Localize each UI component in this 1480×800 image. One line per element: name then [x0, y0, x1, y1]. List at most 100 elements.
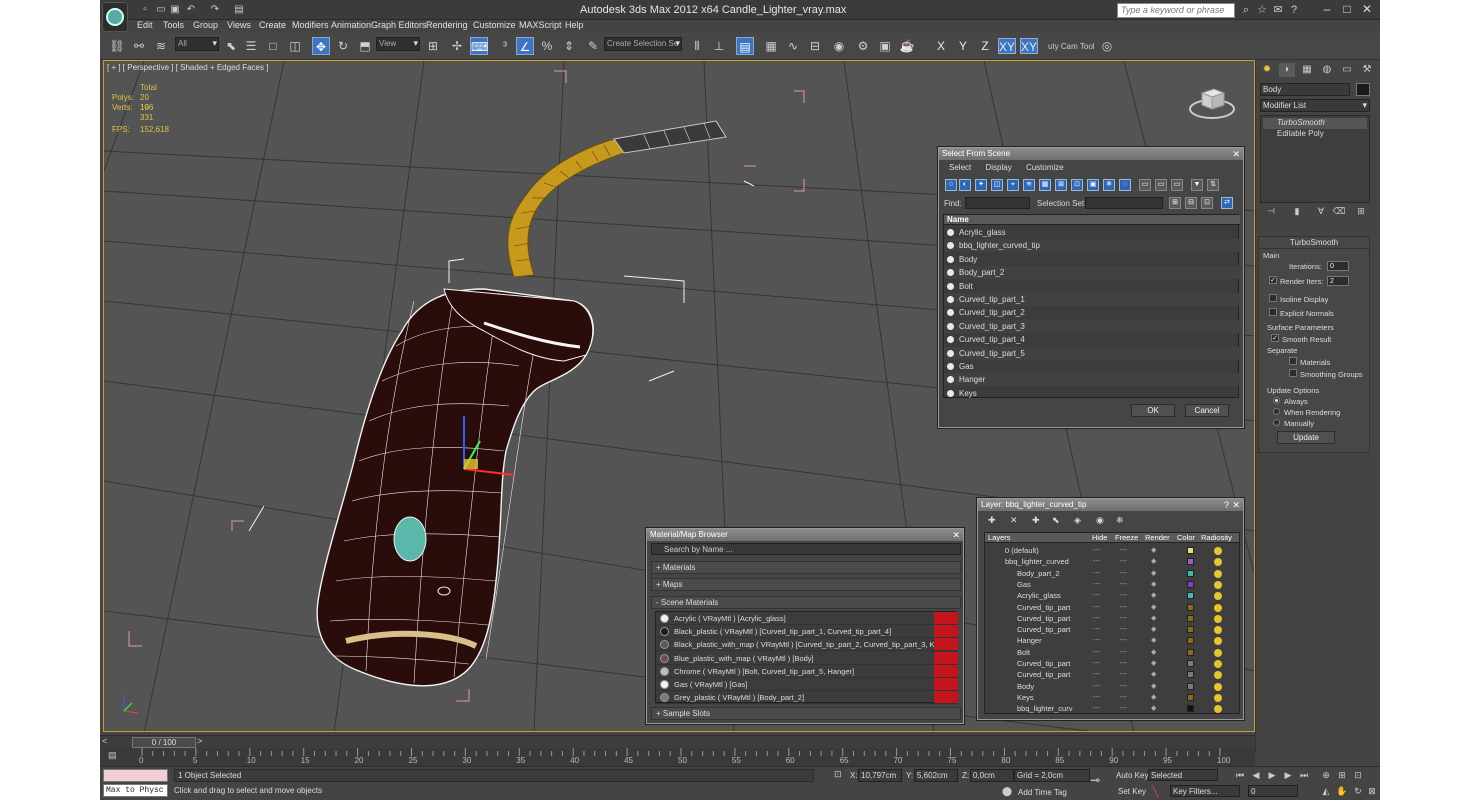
menu-maxscript[interactable]: MAXScript: [519, 20, 562, 30]
separate-materials-checkbox[interactable]: [1289, 357, 1297, 365]
hide-toggle[interactable]: ---: [1093, 692, 1100, 703]
layer-color-swatch[interactable]: [1187, 682, 1194, 690]
col-color[interactable]: Color: [1177, 533, 1195, 543]
hide-toggle[interactable]: ---: [1093, 579, 1100, 590]
display-xrefs-icon[interactable]: ⊠: [1055, 179, 1067, 191]
key-mode-icon[interactable]: ⊸: [1090, 773, 1100, 787]
scene-object-row[interactable]: Body_part_2: [944, 266, 1240, 280]
layer-row[interactable]: Curved_tip_part --- --- ◆: [985, 602, 1239, 613]
menu-create[interactable]: Create: [259, 20, 286, 30]
select-invert-icon[interactable]: ▭: [1171, 179, 1183, 191]
scene-object-row[interactable]: Acrylic_glass: [944, 226, 1240, 239]
add-time-tag[interactable]: Add Time Tag: [1018, 788, 1067, 797]
layer-row[interactable]: bbq_lighter_curved --- --- ◆: [985, 556, 1239, 567]
scene-object-row[interactable]: Body: [944, 253, 1240, 266]
layer-color-swatch[interactable]: [1187, 648, 1194, 656]
play-icon[interactable]: ▶: [1266, 769, 1278, 781]
menu-help[interactable]: Help: [565, 20, 584, 30]
render-iters-checkbox[interactable]: ✓: [1269, 276, 1277, 284]
freeze-toggle[interactable]: ---: [1120, 590, 1127, 601]
layer-name[interactable]: Body: [1017, 681, 1034, 692]
zoom-extents-icon[interactable]: ⊡: [1352, 769, 1364, 781]
col-render[interactable]: Render: [1145, 533, 1170, 543]
radiosity-bulb-icon[interactable]: [1214, 547, 1222, 555]
rendered-frame-window-icon[interactable]: ▣: [876, 37, 894, 55]
select-in-layer-icon[interactable]: ⬉: [1052, 515, 1060, 526]
delete-layer-icon[interactable]: ✕: [1010, 515, 1018, 526]
zoom-all-icon[interactable]: ⊞: [1336, 769, 1348, 781]
separate-smoothing-groups-checkbox[interactable]: [1289, 369, 1297, 377]
hide-toggle[interactable]: ---: [1093, 590, 1100, 601]
layer-name[interactable]: Keys: [1017, 692, 1034, 703]
scene-object-row[interactable]: Keys: [944, 387, 1240, 400]
auto-key-button[interactable]: Auto Key: [1116, 771, 1148, 780]
restrict-xy-button[interactable]: XY: [998, 38, 1016, 54]
sort-icon[interactable]: ⇅: [1207, 179, 1219, 191]
menu-display[interactable]: Display: [985, 163, 1011, 172]
radiosity-bulb-icon[interactable]: [1214, 569, 1222, 578]
scene-object-row[interactable]: Hanger: [944, 373, 1240, 387]
update-when-rendering-radio[interactable]: [1273, 408, 1280, 415]
add-to-layer-icon[interactable]: ✚: [1032, 515, 1040, 526]
restrict-z-button[interactable]: Z: [976, 38, 994, 54]
render-teapot-icon[interactable]: ◆: [1151, 669, 1156, 680]
motion-tab-icon[interactable]: ◍: [1319, 63, 1335, 77]
render-teapot-icon[interactable]: ◆: [1151, 647, 1156, 658]
go-to-start-icon[interactable]: ⏮: [1234, 769, 1246, 781]
layer-row[interactable]: 0 (default) --- --- ◆: [985, 545, 1239, 556]
modifier-list-dropdown[interactable]: Modifier List: [1260, 99, 1370, 112]
layer-manager-title[interactable]: Layer: bbq_lighter_curved_tip? ✕: [978, 499, 1243, 511]
rotate-icon[interactable]: ↻: [334, 37, 352, 55]
menu-select[interactable]: Select: [949, 163, 971, 172]
keyboard-shortcut-override-icon[interactable]: ⌨: [470, 37, 488, 55]
display-space-warps-icon[interactable]: ≋: [1023, 179, 1035, 191]
layer-row[interactable]: Curved_tip_part --- --- ◆: [985, 613, 1239, 624]
radiosity-bulb-icon[interactable]: [1214, 603, 1222, 612]
menu-tools[interactable]: Tools: [163, 20, 184, 30]
move-icon[interactable]: ✥: [312, 37, 330, 55]
set-key-button[interactable]: Set Key: [1118, 787, 1146, 796]
layer-row[interactable]: Curved_tip_part --- --- ◆: [985, 669, 1239, 680]
render-teapot-icon[interactable]: ◆: [1151, 556, 1156, 567]
search-input[interactable]: Type a keyword or phrase: [1117, 3, 1235, 18]
material-row[interactable]: Acrylic ( VRayMtl ) [Acrylic_glass]: [656, 612, 958, 625]
menu-graph-editors[interactable]: Graph Editors: [371, 20, 427, 30]
bind-space-warp-icon[interactable]: ≋: [152, 37, 170, 55]
radiosity-bulb-icon[interactable]: [1214, 580, 1222, 589]
display-containers-icon[interactable]: ▣: [1087, 179, 1099, 191]
material-row[interactable]: Gas ( VRayMtl ) [Gas]: [656, 678, 958, 691]
cancel-button[interactable]: Cancel: [1185, 404, 1229, 417]
redo-icon[interactable]: ↷: [208, 3, 222, 16]
radiosity-bulb-icon[interactable]: [1214, 637, 1222, 646]
restrict-xy-plane-button[interactable]: XY: [1020, 38, 1038, 54]
layer-color-swatch[interactable]: [1187, 547, 1194, 554]
freeze-toggle[interactable]: ---: [1120, 568, 1127, 579]
layer-name[interactable]: bbq_lighter_curv: [1017, 703, 1072, 713]
update-always-radio[interactable]: [1273, 397, 1280, 404]
close-icon[interactable]: ✕: [1232, 148, 1240, 160]
select-dependents-icon[interactable]: ⊟: [1185, 197, 1197, 209]
layer-row[interactable]: Bolt --- --- ◆: [985, 647, 1239, 658]
link-icon[interactable]: ⛓: [108, 37, 126, 55]
display-groups-icon[interactable]: ▦: [1039, 179, 1051, 191]
sample-slots-section[interactable]: + Sample Slots: [651, 707, 961, 720]
material-editor-icon[interactable]: ◉: [830, 37, 848, 55]
scene-object-row[interactable]: Curved_tip_part_4: [944, 333, 1240, 346]
radiosity-bulb-icon[interactable]: [1214, 682, 1222, 691]
select-object-icon[interactable]: ⬉: [222, 37, 240, 55]
freeze-toggle[interactable]: ---: [1120, 681, 1127, 692]
application-menu-button[interactable]: [102, 2, 128, 32]
layer-name[interactable]: Bolt: [1017, 647, 1030, 658]
viewport-label[interactable]: [ + ] [ Perspective ] [ Shaded + Edged F…: [107, 63, 268, 72]
display-lights-icon[interactable]: ✦: [975, 179, 987, 191]
lock-selection-icon[interactable]: ⊡: [834, 769, 846, 781]
layer-name[interactable]: 0 (default): [1005, 545, 1039, 556]
pivot-center-icon[interactable]: ⊞: [424, 37, 442, 55]
ok-button[interactable]: OK: [1131, 404, 1175, 417]
open-file-icon[interactable]: ▭: [154, 3, 168, 16]
display-bones-icon[interactable]: ⊡: [1071, 179, 1083, 191]
freeze-toggle[interactable]: ---: [1120, 669, 1127, 680]
hide-toggle[interactable]: ---: [1093, 613, 1100, 624]
display-shapes-icon[interactable]: ◐: [959, 179, 971, 191]
scene-object-row[interactable]: Bolt: [944, 280, 1240, 293]
